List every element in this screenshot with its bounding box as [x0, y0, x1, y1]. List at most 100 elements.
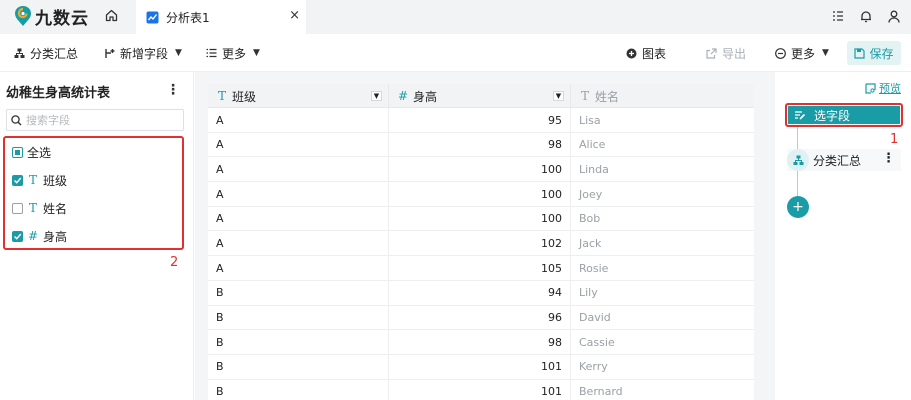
table-cell[interactable]: Bob [571, 207, 754, 231]
more-vertical-icon[interactable]: ⋮ [882, 151, 895, 166]
field-row-name[interactable]: T 姓名 [12, 199, 67, 217]
table-cell[interactable]: B [208, 354, 389, 379]
save-label: 保存 [869, 46, 894, 61]
table-cell[interactable]: B [208, 330, 389, 355]
table-cell[interactable]: 100 [389, 157, 571, 182]
table-cell[interactable]: Jack [571, 231, 754, 255]
table-cell[interactable]: 102 [389, 231, 571, 256]
table-cell[interactable]: 96 [389, 305, 571, 330]
more-menu-right[interactable]: 更多 ▼ [775, 44, 829, 62]
step-node [787, 149, 809, 171]
field-checkbox-checked[interactable] [12, 230, 23, 242]
search-icon [11, 114, 22, 125]
table-cell[interactable]: A [208, 206, 389, 231]
select-all-row[interactable]: 全选 [12, 143, 51, 161]
search-input[interactable] [26, 113, 176, 127]
bell-icon[interactable] [859, 6, 873, 26]
brand-name: 九数云 [35, 8, 89, 29]
close-icon[interactable]: × [289, 8, 300, 23]
field-row-class[interactable]: T 班级 [12, 171, 67, 189]
table-cell[interactable]: 98 [389, 330, 571, 355]
more-vertical-icon[interactable]: ⋮ [166, 82, 180, 98]
tab-label: 分析表1 [166, 10, 210, 25]
task-list-icon[interactable] [831, 6, 845, 26]
table-cell[interactable]: A [208, 108, 389, 132]
number-type-icon: # [27, 229, 39, 243]
table-cell[interactable]: B [208, 280, 389, 305]
table-cell[interactable]: A [208, 256, 389, 281]
chart-button[interactable]: 图表 [626, 44, 666, 62]
save-button[interactable]: 保存 [847, 41, 901, 65]
table-cell[interactable]: Kerry [571, 355, 754, 379]
column-label: 身高 [413, 89, 438, 104]
table-cell[interactable]: 100 [389, 182, 571, 207]
user-icon[interactable] [887, 6, 901, 26]
tab-analysis-table-1[interactable]: 分析表1 × [136, 0, 306, 34]
table-cell[interactable]: 105 [389, 256, 571, 281]
group-summary-button[interactable]: 分类汇总 [14, 44, 78, 62]
table-cell[interactable]: A [208, 157, 389, 182]
table-cell[interactable]: Lily [571, 281, 754, 305]
add-field-icon [105, 48, 115, 58]
table-cell[interactable]: Cassie [571, 330, 754, 354]
hierarchy-icon [14, 48, 25, 58]
table-cell[interactable]: A [208, 182, 389, 207]
table-cell[interactable]: B [208, 305, 389, 330]
column-header-name[interactable]: T 姓名 [571, 84, 754, 108]
annotation-number-2: 2 [170, 255, 179, 270]
chart-label: 图表 [642, 46, 667, 61]
table-cell[interactable]: A [208, 231, 389, 256]
step-select-fields[interactable]: 选字段 [785, 103, 903, 127]
preview-label: 预览 [879, 82, 901, 95]
preview-icon [865, 82, 876, 94]
table-cell[interactable]: 94 [389, 280, 571, 305]
table-cell[interactable]: David [571, 306, 754, 330]
data-preview-area: T 班级 ▼ # 身高 ▼ T 姓名 A 95 Lisa A 98 Alice A 100 Li… [195, 72, 775, 400]
table-cell[interactable]: 98 [389, 132, 571, 157]
column-dropdown-icon[interactable]: ▼ [553, 91, 564, 101]
table-cell[interactable]: 95 [389, 108, 571, 132]
text-type-icon: T [217, 89, 226, 103]
table-cell[interactable]: Rosie [571, 256, 754, 280]
table-cell[interactable]: Linda [571, 157, 754, 181]
column-dropdown-icon[interactable]: ▼ [371, 91, 382, 101]
preview-link[interactable]: 预览 [865, 80, 901, 96]
step-group-summary[interactable]: 分类汇总 ⋮ [787, 149, 901, 171]
app-logo[interactable]: 九数云 [14, 4, 89, 29]
field-checkbox-unchecked[interactable] [12, 202, 23, 214]
table-cell[interactable]: Bernard [571, 380, 754, 400]
add-field-button[interactable]: 新增字段 ▼ [104, 44, 182, 62]
table-row: A 100 Linda [208, 157, 754, 183]
export-button[interactable]: 导出 [706, 44, 746, 62]
table-cell[interactable]: Alice [571, 133, 754, 157]
table-cell[interactable]: Lisa [571, 108, 754, 132]
home-icon [105, 9, 117, 21]
more-circle-icon [775, 47, 786, 59]
column-label: 姓名 [595, 89, 620, 104]
home-tab[interactable] [96, 4, 126, 26]
more-menu-left[interactable]: 更多 ▼ [206, 44, 260, 62]
field-checkbox-checked[interactable] [12, 174, 23, 186]
table-row: A 95 Lisa [208, 108, 754, 133]
select-all-checkbox[interactable] [12, 146, 23, 158]
table-cell[interactable]: 101 [389, 379, 571, 400]
plus-circle-icon [626, 48, 637, 58]
table-row: A 100 Joey [208, 182, 754, 207]
column-header-class[interactable]: T 班级 ▼ [208, 84, 389, 108]
more-left-label: 更多 [222, 46, 247, 61]
table-cell[interactable]: B [208, 379, 389, 400]
field-label: 班级 [43, 173, 68, 188]
table-row: B 94 Lily [208, 280, 754, 306]
table-cell[interactable]: A [208, 132, 389, 157]
logo-icon [15, 6, 31, 26]
field-search[interactable] [6, 109, 184, 131]
table-cell[interactable]: 100 [389, 206, 571, 231]
toolbar: 分类汇总 新增字段 ▼ 更多 ▼ 图表 导出 更多 ▼ 保存 [0, 34, 911, 72]
column-header-height[interactable]: # 身高 ▼ [389, 84, 571, 108]
table-row: A 98 Alice [208, 132, 754, 158]
table-cell[interactable]: 101 [389, 354, 571, 379]
table-cell[interactable]: Joey [571, 182, 754, 206]
field-row-height[interactable]: # 身高 [12, 227, 67, 245]
add-step-button[interactable]: + [787, 196, 809, 218]
table-row: B 101 Kerry [208, 354, 754, 380]
